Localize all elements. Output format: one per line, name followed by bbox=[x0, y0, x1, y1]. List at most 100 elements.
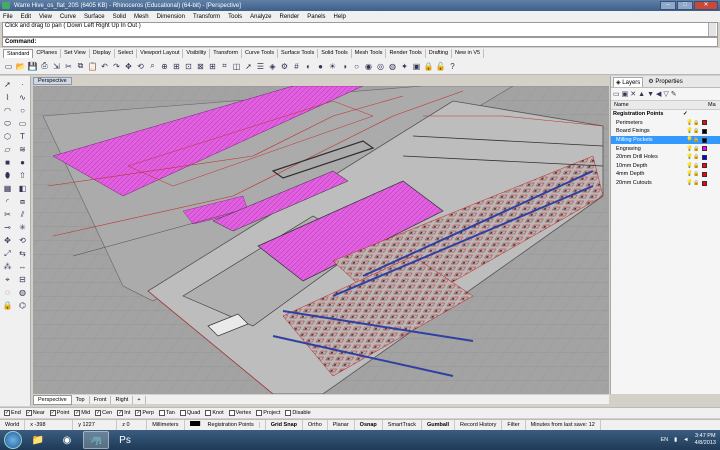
layer-color-swatch[interactable] bbox=[702, 180, 707, 186]
paste-icon[interactable]: 📋 bbox=[87, 61, 98, 72]
toolbar-tab-standard[interactable]: Standard bbox=[3, 49, 34, 58]
units-status[interactable]: Millimeters bbox=[147, 420, 185, 430]
filter-icon[interactable]: ▽ bbox=[663, 90, 668, 98]
open-icon[interactable]: 📂 bbox=[15, 61, 26, 72]
render-icon[interactable]: ◐ bbox=[303, 61, 314, 72]
toolbar-tab-drafting[interactable]: Drafting bbox=[426, 49, 453, 58]
save-icon[interactable]: 💾 bbox=[27, 61, 38, 72]
layer-row[interactable]: Engraving 💡 🔒 bbox=[611, 144, 720, 153]
gumball-toggle[interactable]: Gumball bbox=[422, 420, 456, 430]
box-icon[interactable]: ■ bbox=[1, 156, 14, 169]
toolbar-tab-new-in-v5[interactable]: New in V5 bbox=[452, 49, 485, 58]
visibility-bulb-icon[interactable]: 💡 bbox=[686, 163, 693, 169]
osnap-disable[interactable]: Disable bbox=[285, 410, 311, 416]
menu-render[interactable]: Render bbox=[280, 14, 300, 20]
mirror-icon[interactable]: ⇆ bbox=[16, 247, 29, 260]
split-icon[interactable]: ⫽ bbox=[16, 208, 29, 221]
rectangle-icon[interactable]: ▭ bbox=[16, 117, 29, 130]
network-icon[interactable]: ▮ bbox=[674, 437, 677, 443]
fillet-icon[interactable]: ◜ bbox=[1, 195, 14, 208]
filter-toggle[interactable]: Filter bbox=[502, 420, 526, 430]
osnap-checkbox[interactable] bbox=[256, 410, 263, 416]
visibility-bulb-icon[interactable]: 💡 bbox=[686, 146, 693, 152]
ortho-toggle[interactable]: Ortho bbox=[303, 420, 328, 430]
polyline-icon[interactable]: ⌇ bbox=[1, 91, 14, 104]
cplane-icon[interactable]: ⌗ bbox=[219, 61, 230, 72]
layer-tools-icon[interactable]: ✎ bbox=[671, 90, 677, 98]
redo-icon[interactable]: ↷ bbox=[111, 61, 122, 72]
layer-lock-icon[interactable]: 🔒 bbox=[693, 154, 700, 160]
layer-lock-icon[interactable]: 🔒 bbox=[693, 128, 700, 134]
cut-icon[interactable]: ✂ bbox=[63, 61, 74, 72]
layer-lock-icon[interactable]: 🔒 bbox=[693, 171, 700, 177]
new-sublayer-icon[interactable]: ▣ bbox=[622, 90, 629, 98]
osnap-checkbox[interactable] bbox=[158, 410, 165, 416]
layer-row[interactable]: Milling Pockets 💡 🔒 bbox=[611, 135, 720, 145]
boolean-icon[interactable]: ◧ bbox=[16, 182, 29, 195]
osnap-cen[interactable]: ✓ Cen bbox=[95, 410, 112, 416]
object-props-icon[interactable]: ⚙ bbox=[279, 61, 290, 72]
new-icon[interactable]: ▭ bbox=[3, 61, 14, 72]
cplane-status[interactable]: World bbox=[0, 420, 26, 430]
add-viewport-button[interactable]: + bbox=[133, 395, 146, 404]
sun-icon[interactable]: ☀ bbox=[327, 61, 338, 72]
move-parent-icon[interactable]: ◀ bbox=[656, 90, 661, 98]
zoom-all-icon[interactable]: ⊠ bbox=[195, 61, 206, 72]
set-view-icon[interactable]: ◫ bbox=[231, 61, 242, 72]
minimize-button[interactable]: – bbox=[660, 1, 676, 10]
zoom-window-icon[interactable]: ⊕ bbox=[159, 61, 170, 72]
help-icon[interactable]: ? bbox=[447, 61, 458, 72]
layer-color-swatch[interactable] bbox=[702, 171, 707, 177]
language-indicator[interactable]: EN bbox=[660, 437, 668, 443]
layer-row[interactable]: Perimeters 💡 🔒 bbox=[611, 119, 720, 128]
menu-solid[interactable]: Solid bbox=[113, 14, 126, 20]
sphere-icon[interactable]: ● bbox=[16, 156, 29, 169]
menu-view[interactable]: View bbox=[39, 14, 52, 20]
volume-icon[interactable]: ◄ bbox=[683, 437, 688, 443]
4-view-icon[interactable]: ⊞ bbox=[207, 61, 218, 72]
move-icon[interactable]: ✥ bbox=[1, 234, 14, 247]
arc-icon[interactable]: ◠ bbox=[1, 104, 14, 117]
taskbar-explorer-icon[interactable]: 📁 bbox=[25, 431, 51, 449]
layer-lock-icon[interactable]: 🔒 bbox=[693, 120, 700, 126]
viewport-title[interactable]: Perspective bbox=[33, 77, 72, 85]
menu-analyze[interactable]: Analyze bbox=[250, 14, 271, 20]
visibility-bulb-icon[interactable]: 💡 bbox=[686, 154, 693, 160]
osnap-checkbox[interactable] bbox=[179, 410, 186, 416]
toolbar-tab-curve-tools[interactable]: Curve Tools bbox=[242, 49, 278, 58]
menu-help[interactable]: Help bbox=[334, 14, 346, 20]
osnap-project[interactable]: Project bbox=[256, 410, 280, 416]
toolbar-tab-cplanes[interactable]: CPlanes bbox=[33, 49, 62, 58]
toolbar-tab-render-tools[interactable]: Render Tools bbox=[386, 49, 426, 58]
taskbar-chrome-icon[interactable]: ◉ bbox=[54, 431, 80, 449]
osnap-checkbox[interactable]: ✓ bbox=[135, 410, 142, 416]
array-icon[interactable]: ⁂ bbox=[1, 260, 14, 273]
tab-layers[interactable]: ◈ Layers bbox=[613, 76, 644, 87]
smarttrack-toggle[interactable]: SmartTrack bbox=[383, 420, 423, 430]
polygon-icon[interactable]: ⬡ bbox=[1, 130, 14, 143]
taskbar-photoshop-icon[interactable]: Ps bbox=[112, 431, 138, 449]
layer-icon[interactable]: ◈ bbox=[267, 61, 278, 72]
surface-icon[interactable]: ▱ bbox=[1, 143, 14, 156]
menu-panels[interactable]: Panels bbox=[307, 14, 325, 20]
osnap-knot[interactable]: Knot bbox=[205, 410, 224, 416]
visibility-bulb-icon[interactable]: 💡 bbox=[686, 128, 693, 134]
tab-perspective[interactable]: Perspective bbox=[33, 394, 72, 405]
command-history-scrollbar[interactable] bbox=[708, 23, 716, 36]
curve-icon[interactable]: ∿ bbox=[16, 91, 29, 104]
osnap-tan[interactable]: Tan bbox=[158, 410, 175, 416]
snapshot-icon[interactable]: ▣ bbox=[411, 61, 422, 72]
scale-icon[interactable]: ⤢ bbox=[1, 247, 14, 260]
layer-lock-icon[interactable]: 🔒 bbox=[693, 146, 700, 152]
grid-snap-toggle[interactable]: Grid Snap bbox=[266, 420, 303, 430]
extrude-icon[interactable]: ⇧ bbox=[16, 169, 29, 182]
menu-mesh[interactable]: Mesh bbox=[134, 14, 149, 20]
layer-color-swatch[interactable] bbox=[702, 154, 707, 160]
show-icon[interactable]: ◍ bbox=[16, 286, 29, 299]
cylinder-icon[interactable]: ⬮ bbox=[1, 169, 14, 182]
toolbar-tab-mesh-tools[interactable]: Mesh Tools bbox=[352, 49, 387, 58]
pan-icon[interactable]: ✥ bbox=[123, 61, 134, 72]
toolbar-tab-display[interactable]: Display bbox=[90, 49, 115, 58]
properties-icon[interactable]: ☰ bbox=[255, 61, 266, 72]
mesh-icon[interactable]: ▦ bbox=[1, 182, 14, 195]
